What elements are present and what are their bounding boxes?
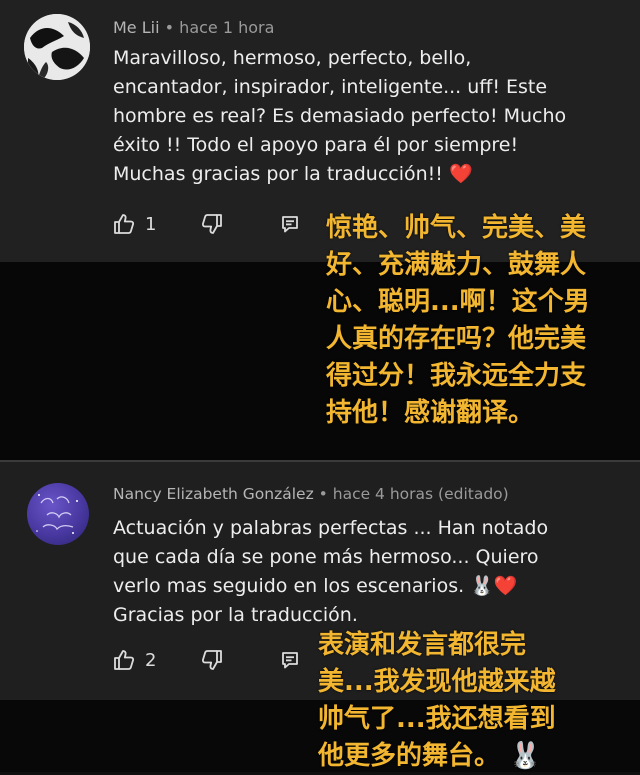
dislike-button[interactable] <box>200 212 224 236</box>
translation-overlay: 惊艳、帅气、完美、美 好、充满魅力、鼓舞人 心、聪明...啊！这个男 人真的存在… <box>326 210 590 432</box>
meta-separator: • <box>318 485 328 503</box>
comment-line: Muchas gracias por la traducción!! <box>113 163 443 185</box>
translation-line-with-emoji: 他更多的舞台。 🐰 <box>318 738 556 775</box>
thumbs-up-icon <box>112 212 136 236</box>
author-name[interactable]: Nancy Elizabeth González <box>113 485 314 503</box>
thumbs-down-icon <box>200 212 224 236</box>
translation-line: 得过分！我永远全力支 <box>326 361 587 391</box>
comment-line: Gracias por la traducción. <box>113 604 358 626</box>
translation-line: 惊艳、帅气、完美、美 <box>326 213 587 243</box>
comment-line: hombre es real? Es demasiado perfecto! M… <box>113 105 567 127</box>
comment-line: encantador, inspirador, inteligente... u… <box>113 76 548 98</box>
comment-meta: Me Lii • hace 1 hora <box>113 18 274 37</box>
comment-meta: Nancy Elizabeth González • hace 4 horas … <box>113 485 509 503</box>
comment-line: Actuación y palabras perfectas ... Han n… <box>113 517 549 539</box>
comment-line: verlo mas seguido en los escenarios. <box>113 575 465 597</box>
like-count: 1 <box>145 213 157 235</box>
translation-line: 人真的存在吗？他完美 <box>326 324 587 354</box>
comment-time[interactable]: hace 1 hora <box>179 18 274 37</box>
comment-line: éxito !! Todo el apoyo para él por siemp… <box>113 134 519 156</box>
translation-line: 心、聪明...啊！这个男 <box>326 287 590 317</box>
thumbs-down-icon <box>200 648 224 672</box>
comment-line-with-emoji: verlo mas seguido en los escenarios. 🐰❤️ <box>113 572 623 601</box>
bunny-emoji: 🐰 <box>509 741 542 771</box>
comment-text: Actuación y palabras perfectas ... Han n… <box>113 514 623 630</box>
avatar[interactable] <box>24 14 90 80</box>
comment-text: Maravilloso, hermoso, perfecto, bello, e… <box>113 44 623 189</box>
avatar[interactable] <box>27 483 89 545</box>
translation-line: 他更多的舞台。 <box>318 741 501 771</box>
like-count: 2 <box>145 649 157 671</box>
like-button[interactable]: 2 <box>112 648 156 672</box>
thumbs-up-icon <box>112 648 136 672</box>
reply-button[interactable] <box>280 214 300 234</box>
translation-line: 帅气了...我还想看到 <box>318 704 556 734</box>
comment-time[interactable]: hace 4 horas (editado) <box>333 485 509 503</box>
translation-line: 表演和发言都很完 <box>318 630 527 660</box>
bunny-heart-emoji: 🐰❤️ <box>470 575 518 597</box>
like-button[interactable]: 1 <box>112 212 156 236</box>
reply-button[interactable] <box>280 650 300 670</box>
heart-emoji: ❤️ <box>448 163 473 185</box>
translation-line: 好、充满魅力、鼓舞人 <box>326 250 587 280</box>
comment-line: Maravilloso, hermoso, perfecto, bello, <box>113 47 472 69</box>
translation-line: 美...我发现他越来越 <box>318 667 556 697</box>
author-name[interactable]: Me Lii <box>113 18 160 37</box>
comment-line: que cada día se pone más hermoso... Quie… <box>113 546 539 568</box>
comment-line-with-emoji: Muchas gracias por la traducción!! ❤️ <box>113 160 623 189</box>
reply-icon <box>280 214 300 234</box>
meta-separator: • <box>164 18 175 37</box>
translation-line: 持他！感谢翻译。 <box>326 398 535 428</box>
dislike-button[interactable] <box>200 648 224 672</box>
reply-icon <box>280 650 300 670</box>
translation-overlay: 表演和发言都很完 美...我发现他越来越 帅气了...我还想看到 他更多的舞台。… <box>318 627 556 775</box>
